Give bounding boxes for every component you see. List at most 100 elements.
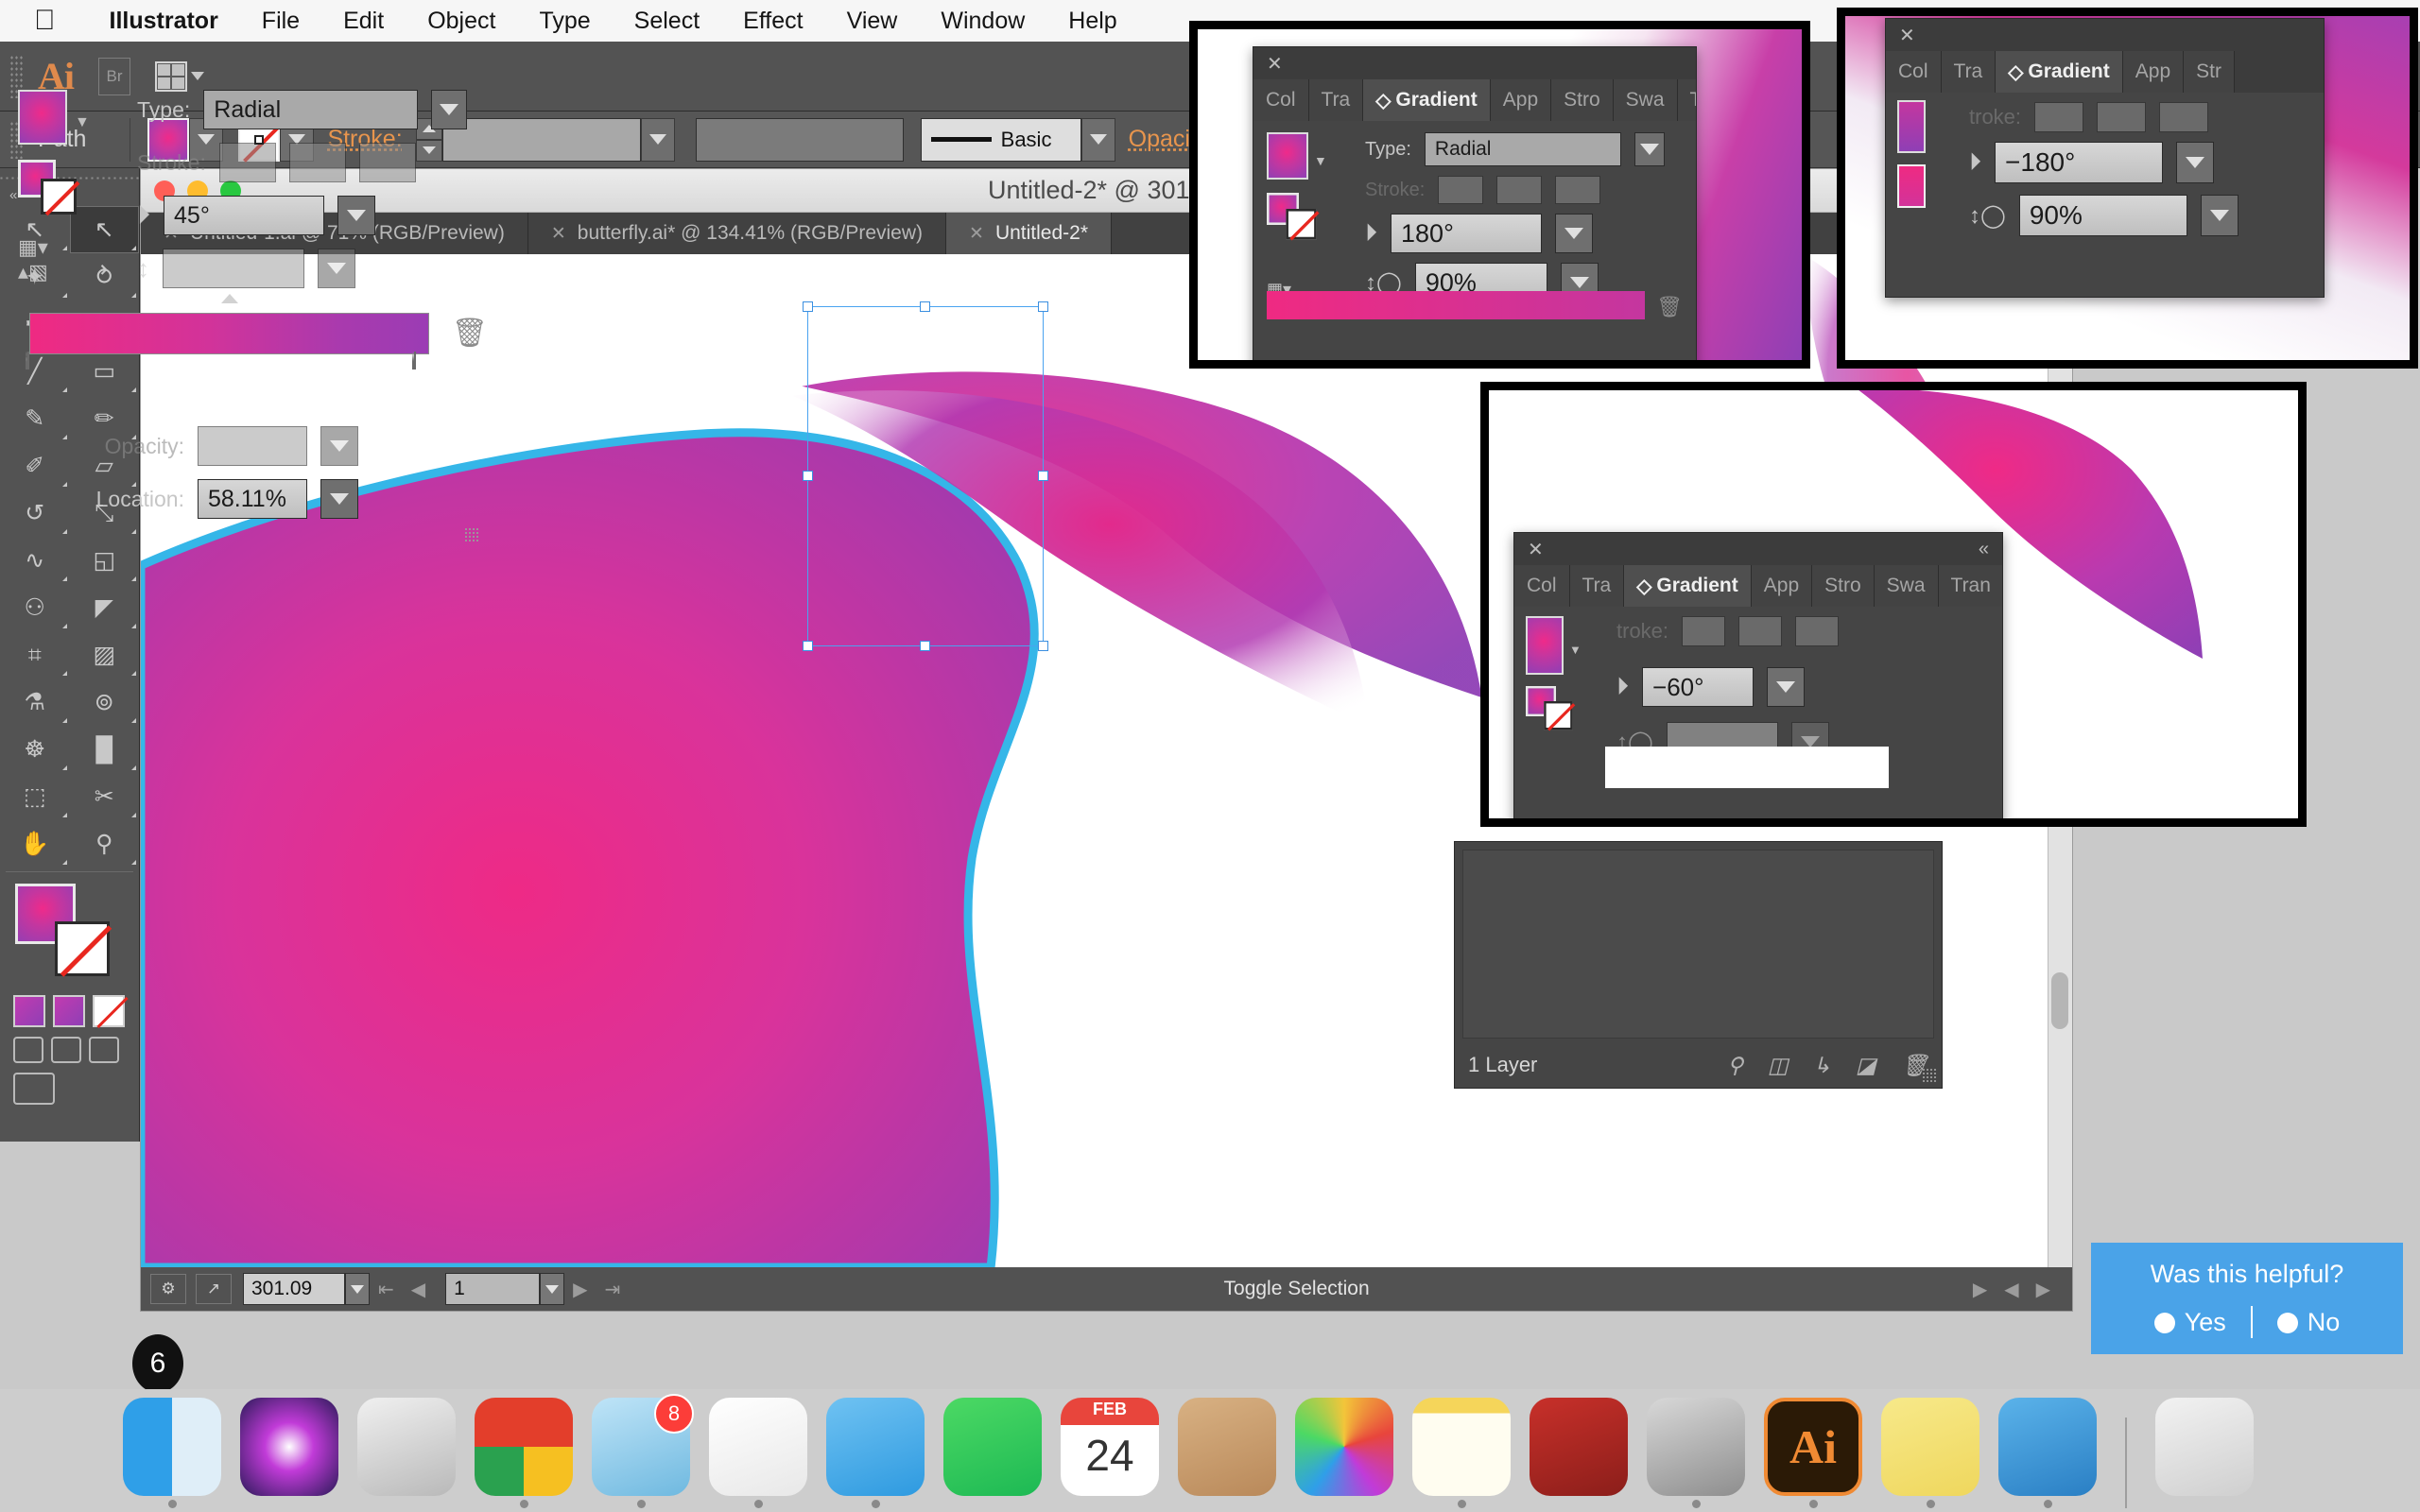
facetime-icon[interactable] — [943, 1398, 1042, 1496]
stroke-profile-input[interactable] — [696, 118, 904, 162]
dock-item-notes[interactable] — [1412, 1398, 1511, 1508]
fill-stroke-gradient-toggle[interactable] — [18, 160, 77, 215]
scroll-thumb[interactable] — [2051, 972, 2068, 1029]
last-artboard-icon[interactable]: ⇥ — [596, 1278, 630, 1301]
adobe-illustrator-icon[interactable]: Ai — [1764, 1398, 1862, 1496]
callout3-tab-gradient[interactable]: ◇Gradient — [1624, 565, 1752, 607]
callout1-angle-input[interactable]: 180° — [1391, 214, 1542, 253]
reminders-icon[interactable] — [709, 1398, 807, 1496]
menu-item-select[interactable]: Select — [613, 8, 721, 35]
callout2-aspect-input[interactable]: 90% — [2019, 195, 2187, 236]
callout3-tab-appearance[interactable]: App — [1752, 565, 1812, 607]
document-tab-untitled-2[interactable]: ✕ Untitled-2* — [946, 213, 1112, 254]
document-tab-butterfly[interactable]: ✕ butterfly.ai* @ 134.41% (RGB/Preview) — [528, 213, 946, 254]
callout2-gradient-thumbnail[interactable] — [1897, 100, 1926, 153]
symbol-sprayer-tool[interactable]: ☸ — [0, 726, 70, 773]
gradient-button-icon[interactable] — [53, 995, 85, 1027]
callout1-gradient-ramp[interactable] — [1267, 291, 1645, 319]
brush-definition-select[interactable]: Basic — [921, 118, 1081, 162]
zoom-level-input[interactable]: 301.09 — [243, 1273, 345, 1305]
dock-item-contacts[interactable] — [1178, 1398, 1276, 1508]
callout2-tab-color[interactable]: Col — [1886, 51, 1942, 93]
gradient-type-select[interactable]: Radial — [203, 90, 418, 129]
callout3-tab-stroke[interactable]: Stro — [1812, 565, 1875, 607]
trash-icon[interactable]: 🗑 — [1656, 295, 1683, 319]
callout1-tab-color[interactable]: Col — [1253, 79, 1309, 121]
none-button-icon[interactable] — [93, 995, 125, 1027]
gradient-tool[interactable]: ▨ — [70, 631, 140, 679]
callout1-tab-appearance[interactable]: App — [1491, 79, 1551, 121]
callout2-tab-stroke[interactable]: Str — [2184, 51, 2235, 93]
dock-item-keynote[interactable] — [1998, 1398, 2097, 1508]
callout1-presets-dropdown-icon[interactable]: ▼ — [1314, 153, 1327, 168]
layers-panel[interactable]: 1 Layer ⚲ ◫ ↳ ◪ 🗑 — [1454, 841, 1943, 1089]
blend-tool[interactable]: ⊚ — [70, 679, 140, 726]
messages-icon[interactable] — [826, 1398, 925, 1496]
hand-tool[interactable]: ✋ — [0, 820, 70, 868]
gradient-opacity-input[interactable] — [198, 426, 307, 466]
dock-item-finder[interactable] — [123, 1398, 221, 1508]
status-menu-icon[interactable]: ▶ — [1964, 1278, 1996, 1301]
callout2-tab-appearance[interactable]: App — [2123, 51, 2184, 93]
hscroll-right-icon[interactable]: ▶ — [2028, 1278, 2059, 1301]
close-icon[interactable]: ✕ — [1528, 538, 1544, 561]
draw-inside-icon[interactable] — [89, 1037, 119, 1063]
menu-item-object[interactable]: Object — [406, 8, 517, 35]
feedback-yes-option[interactable]: Yes — [2154, 1308, 2226, 1337]
mesh-tool[interactable]: ⌗ — [0, 631, 70, 679]
launchpad-icon[interactable] — [357, 1398, 456, 1496]
radio-yes-icon[interactable] — [2154, 1313, 2175, 1333]
dock-item-launchpad[interactable] — [357, 1398, 456, 1508]
dock-item-photos[interactable] — [1295, 1398, 1393, 1508]
collapse-panel-icon[interactable]: « — [1979, 539, 1989, 560]
system-preferences-icon[interactable] — [1647, 1398, 1745, 1496]
callout3-tab-transparency[interactable]: Tra — [1570, 565, 1625, 607]
brush-dropdown-icon[interactable] — [1081, 118, 1115, 162]
callout2-tab-gradient[interactable]: ◇Gradient — [1996, 51, 2123, 93]
gradient-opacity-dropdown-icon[interactable] — [320, 426, 358, 466]
reverse-gradient-icon[interactable]: ▦▾▴▧ — [18, 235, 77, 284]
dock-item-photo-booth[interactable] — [1530, 1398, 1628, 1508]
gradient-aspect-input[interactable] — [163, 249, 304, 288]
gradient-ramp[interactable] — [29, 313, 429, 354]
gradient-angle-dropdown-icon[interactable] — [337, 196, 375, 235]
callout2-angle-dropdown-icon[interactable] — [2176, 142, 2214, 183]
callout1-type-select[interactable]: Radial — [1425, 132, 1621, 166]
callout1-tab-transparency[interactable]: Tra — [1309, 79, 1364, 121]
finder-icon[interactable] — [123, 1398, 221, 1496]
menu-item-window[interactable]: Window — [919, 8, 1046, 35]
dock-item-adobe-illustrator[interactable]: Ai — [1764, 1398, 1862, 1508]
gradient-presets-dropdown-icon[interactable]: ▼ — [75, 114, 90, 131]
shape-builder-tool[interactable]: ⚇ — [0, 584, 70, 631]
callout2-fill-swatch[interactable] — [1897, 164, 1926, 208]
siri-icon[interactable] — [240, 1398, 338, 1496]
color-button-icon[interactable] — [13, 995, 45, 1027]
callout1-fill-stroke-toggle[interactable] — [1267, 193, 1317, 239]
perspective-grid-tool[interactable]: ◤ — [70, 584, 140, 631]
callout1-gradient-thumbnail[interactable] — [1267, 132, 1308, 180]
menu-item-file[interactable]: File — [240, 8, 321, 35]
dock-item-reminders[interactable] — [709, 1398, 807, 1508]
slice-tool[interactable]: ✂ — [70, 773, 140, 820]
dock-item-facetime[interactable] — [943, 1398, 1042, 1508]
panel-resize-grip[interactable] — [464, 527, 479, 542]
callout3-tab-swatches[interactable]: Swa — [1875, 565, 1939, 607]
gradient-aspect-dropdown-icon[interactable] — [318, 249, 355, 288]
stroke-gradient-across-icon[interactable] — [359, 143, 416, 182]
callout1-angle-dropdown-icon[interactable] — [1555, 214, 1593, 253]
gradient-type-dropdown-icon[interactable] — [431, 90, 467, 129]
close-tab-icon[interactable]: ✕ — [551, 223, 566, 245]
mail-icon[interactable]: 8 — [592, 1398, 690, 1496]
callout1-tab-stroke[interactable]: Stro — [1551, 79, 1614, 121]
callout3-fill-stroke-toggle[interactable] — [1526, 686, 1573, 730]
callout1-type-dropdown-icon[interactable] — [1634, 132, 1665, 166]
make-clipping-mask-icon[interactable]: ◫ — [1768, 1053, 1789, 1078]
gradient-preview-thumbnail[interactable] — [18, 90, 67, 145]
fill-stroke-indicator[interactable] — [0, 876, 139, 989]
gradient-midpoint-icon[interactable] — [221, 294, 238, 303]
artboard-number-input[interactable]: 1 — [445, 1273, 540, 1305]
close-tab-icon[interactable]: ✕ — [969, 223, 984, 245]
menu-item-edit[interactable]: Edit — [321, 8, 406, 35]
gradient-location-dropdown-icon[interactable] — [320, 479, 358, 519]
keynote-icon[interactable] — [1998, 1398, 2097, 1496]
